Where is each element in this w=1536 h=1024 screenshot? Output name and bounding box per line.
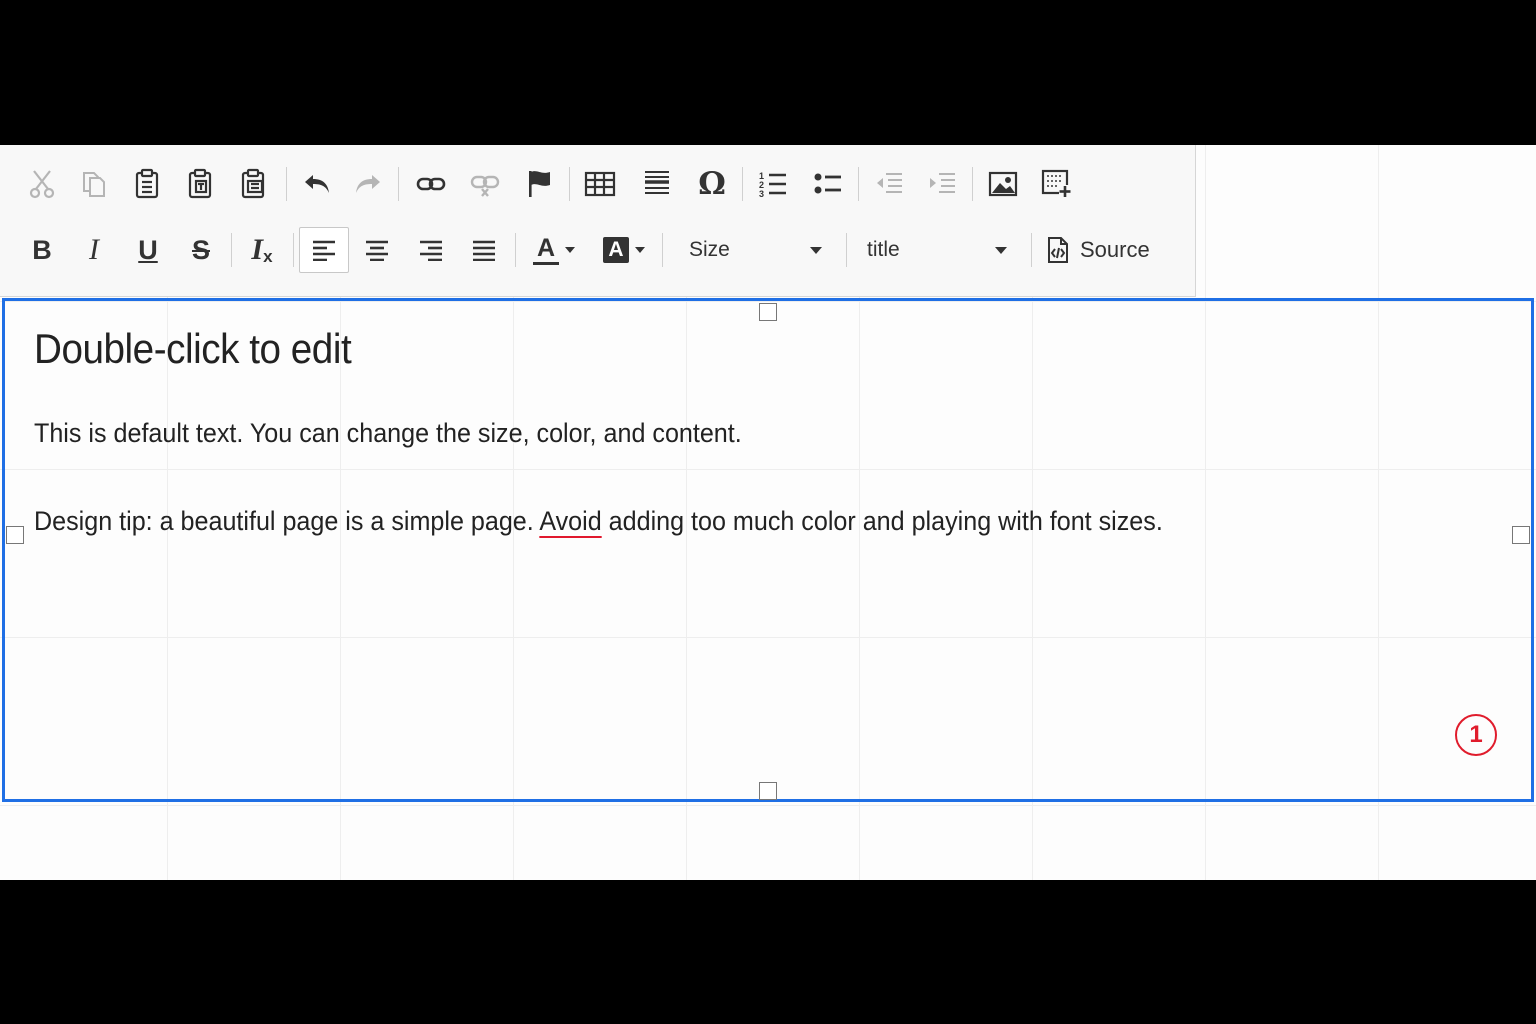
source-label: Source [1080,237,1150,262]
toolbar-separator [742,167,743,201]
underline-button[interactable]: U [126,225,170,275]
italic-button[interactable]: I [72,225,116,275]
toolbar-separator [1031,233,1032,267]
editable-heading[interactable]: Double-click to edit [34,325,352,373]
paste-from-word-icon[interactable] [232,159,276,209]
italic-glyph: I [89,233,99,266]
resize-handle-bottom[interactable] [759,782,777,800]
table-icon[interactable] [578,159,622,209]
toolbar-separator [662,233,663,267]
link-icon[interactable] [409,159,453,209]
increase-indent-icon[interactable] [920,159,964,209]
redo-icon[interactable] [346,159,390,209]
resize-handle-right[interactable] [1512,526,1530,544]
paste-icon[interactable] [126,159,170,209]
chevron-down-icon [635,247,645,253]
text-color-button[interactable]: A [526,225,582,275]
background-color-button[interactable]: A [596,225,652,275]
chevron-down-icon [565,247,575,253]
paragraph-2-text-end: adding too much color and playing with f… [601,506,1163,536]
align-center-icon [366,240,388,261]
undo-icon[interactable] [295,159,339,209]
resize-handle-top[interactable] [759,303,777,321]
remove-format-glyph: I [251,233,264,266]
toolbar-separator [231,233,232,267]
misspelled-word[interactable]: Avoid [539,506,601,536]
bulleted-list-icon[interactable] [806,159,850,209]
chevron-down-icon [995,246,1007,254]
align-right-icon [420,240,442,261]
align-left-button[interactable] [299,227,349,273]
align-left-icon [313,240,335,261]
insert-widget-icon[interactable] [1035,159,1079,209]
text-color-bar [533,261,559,265]
toolbar-separator [858,167,859,201]
paragraph-2-text-start: Design tip: a beautiful page is a simple… [34,506,540,536]
justify-button[interactable] [462,225,506,275]
remove-format-subscript: x [263,247,273,266]
justify-icon [473,240,495,261]
format-select[interactable]: title [851,229,1021,271]
toolbar-separator [846,233,847,267]
align-center-button[interactable] [355,225,399,275]
decrease-indent-icon[interactable] [867,159,911,209]
underline-glyph: U [138,234,158,265]
editable-paragraph-1[interactable]: This is default text. You can change the… [34,418,742,449]
source-button[interactable]: Source [1046,229,1150,271]
align-right-button[interactable] [409,225,453,275]
anchor-flag-icon[interactable] [517,159,561,209]
special-character-icon[interactable]: Ω [690,159,734,209]
bold-glyph: B [32,234,52,265]
image-icon[interactable] [981,159,1025,209]
resize-handle-left[interactable] [6,526,24,544]
unlink-icon[interactable] [463,159,507,209]
strikethrough-glyph: S [191,234,210,265]
remove-format-button[interactable]: Ix [240,225,284,275]
copy-icon[interactable] [72,159,116,209]
text-color-glyph: A [536,233,556,262]
text-color-icon: A [533,233,559,265]
toolbar-separator [569,167,570,201]
background-color-glyph: A [603,237,629,263]
bold-button[interactable]: B [20,225,64,275]
cut-icon[interactable] [20,159,64,209]
toolbar-separator [515,233,516,267]
toolbar-separator [972,167,973,201]
toolbar-row-2: B I U S Ix A A Size title Source [0,225,1195,275]
omega-glyph: Ω [698,166,726,202]
toolbar-separator [398,167,399,201]
format-label: title [867,238,900,261]
horizontal-line-icon[interactable] [635,159,679,209]
paste-text-icon[interactable] [179,159,223,209]
toolbar-separator [293,233,294,267]
svg-text:3: 3 [759,189,764,198]
font-size-label: Size [689,238,730,261]
numbered-list-icon[interactable]: 123 [751,159,795,209]
editor-toolbar: Ω 123 B I U S I x A A Size title Source [0,145,1196,297]
editable-paragraph-2[interactable]: Design tip: a beautiful page is a simple… [34,506,1163,537]
annotation-number-badge: 1 [1455,714,1497,756]
text-box-selected[interactable]: Double-click to edit This is default tex… [2,298,1534,802]
toolbar-separator [286,167,287,201]
source-code-icon [1048,237,1068,263]
toolbar-row-1: Ω 123 [0,159,1195,209]
font-size-select[interactable]: Size [673,229,836,271]
strikethrough-button[interactable]: S [179,225,223,275]
chevron-down-icon [810,246,822,254]
